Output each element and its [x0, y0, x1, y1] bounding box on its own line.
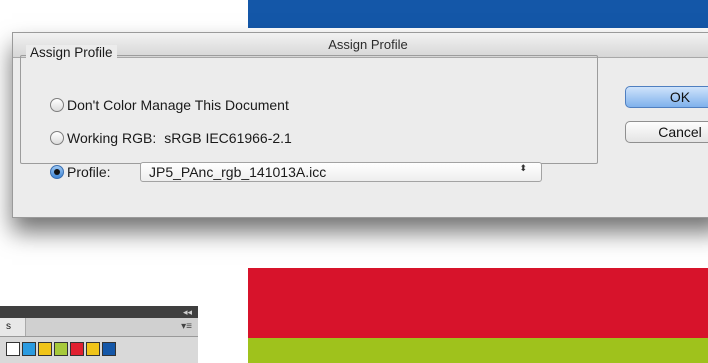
working-rgb-value: sRGB IEC61966-2.1 [164, 130, 292, 146]
option-label: Working RGB: [67, 130, 157, 146]
radio-button-selected[interactable] [50, 165, 64, 179]
cancel-button[interactable]: Cancel [625, 121, 708, 143]
option-dont-color-manage[interactable]: Don't Color Manage This Document [50, 97, 289, 113]
swatch-row [0, 337, 198, 363]
option-profile[interactable]: Profile: [50, 164, 111, 180]
panel-tab[interactable]: s [0, 318, 26, 336]
select-arrows-icon: ⬍ [519, 163, 527, 173]
panel-tab-bar: s ▾≡ [0, 318, 198, 337]
swatch[interactable] [102, 342, 116, 356]
swatch[interactable] [70, 342, 84, 356]
panel-menu-icon[interactable]: ▾≡ [181, 318, 192, 336]
swatch[interactable] [6, 342, 20, 356]
document-band-green [248, 338, 708, 363]
group-label: Assign Profile [26, 45, 117, 60]
profile-select-value: JP5_PAnc_rgb_141013A.icc [149, 164, 327, 180]
option-working-rgb[interactable]: Working RGB: sRGB IEC61966-2.1 [50, 130, 292, 146]
radio-button[interactable] [50, 98, 64, 112]
profile-select[interactable]: JP5_PAnc_rgb_141013A.icc ⬍ [140, 162, 542, 182]
swatches-panel: ◂◂ s ▾≡ [0, 306, 198, 363]
ok-button[interactable]: OK [625, 86, 708, 108]
option-label: Don't Color Manage This Document [67, 97, 289, 113]
panel-collapse-icon[interactable]: ◂◂ [0, 306, 198, 318]
swatch[interactable] [86, 342, 100, 356]
radio-button[interactable] [50, 131, 64, 145]
swatch[interactable] [22, 342, 36, 356]
dialog-title: Assign Profile [328, 37, 408, 52]
swatch[interactable] [38, 342, 52, 356]
option-label: Profile: [67, 164, 111, 180]
document-band-blue [248, 0, 708, 28]
swatch[interactable] [54, 342, 68, 356]
document-band-red [248, 268, 708, 338]
